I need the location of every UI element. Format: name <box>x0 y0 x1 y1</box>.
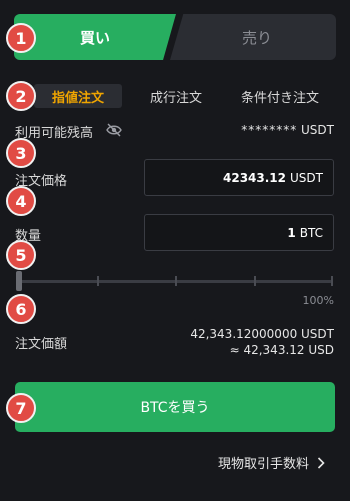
annotation-badge: 1 <box>6 23 36 53</box>
price-value: 42343.12 <box>223 170 287 185</box>
annotation-badge: 5 <box>6 240 36 270</box>
buy-tab[interactable]: 買い <box>14 14 176 60</box>
quantity-value: 1 <box>287 225 296 240</box>
price-input[interactable]: 42343.12 USDT <box>144 159 334 196</box>
annotation-badge: 3 <box>6 138 36 168</box>
spot-fee-label: 現物取引手数料 <box>218 457 310 472</box>
order-value-usd: ≈ 42,343.12 USD <box>229 343 334 357</box>
price-unit: USDT <box>290 170 323 185</box>
amount-slider[interactable] <box>17 276 333 286</box>
spot-fee-link[interactable]: 現物取引手数料 <box>218 453 325 472</box>
tab-conditional-order[interactable]: 条件付き注文 <box>230 84 330 108</box>
annotation-badge: 4 <box>6 186 36 216</box>
annotation-badge: 7 <box>6 393 36 423</box>
side-toggle: 買い 売り <box>14 14 336 60</box>
available-balance-value: ******** USDT <box>241 123 334 137</box>
tab-limit-order[interactable]: 指値注文 <box>34 84 122 108</box>
buy-btc-button[interactable]: BTCを買う <box>15 382 335 432</box>
slider-tick <box>254 276 256 286</box>
slider-tick <box>331 276 333 286</box>
quantity-input[interactable]: 1 BTC <box>144 214 334 251</box>
annotation-badge: 2 <box>6 81 36 111</box>
annotation-badge: 6 <box>6 294 36 324</box>
balance-masked: ******** <box>241 123 298 137</box>
chevron-right-icon <box>317 456 325 469</box>
balance-unit: USDT <box>301 123 334 137</box>
tab-market-order[interactable]: 成行注文 <box>136 84 216 108</box>
slider-tick <box>175 276 177 286</box>
slider-max-label: 100% <box>302 294 334 307</box>
order-value-label: 注文価額 <box>15 337 68 352</box>
order-value-usdt: 42,343.12000000 USDT <box>190 327 334 341</box>
sell-tab[interactable]: 売り <box>170 14 336 60</box>
slider-tick <box>97 276 99 286</box>
order-value: 42,343.12000000 USDT ≈ 42,343.12 USD <box>190 326 334 358</box>
eye-off-icon[interactable] <box>106 123 122 137</box>
slider-handle[interactable] <box>16 271 22 291</box>
quantity-unit: BTC <box>299 225 323 240</box>
